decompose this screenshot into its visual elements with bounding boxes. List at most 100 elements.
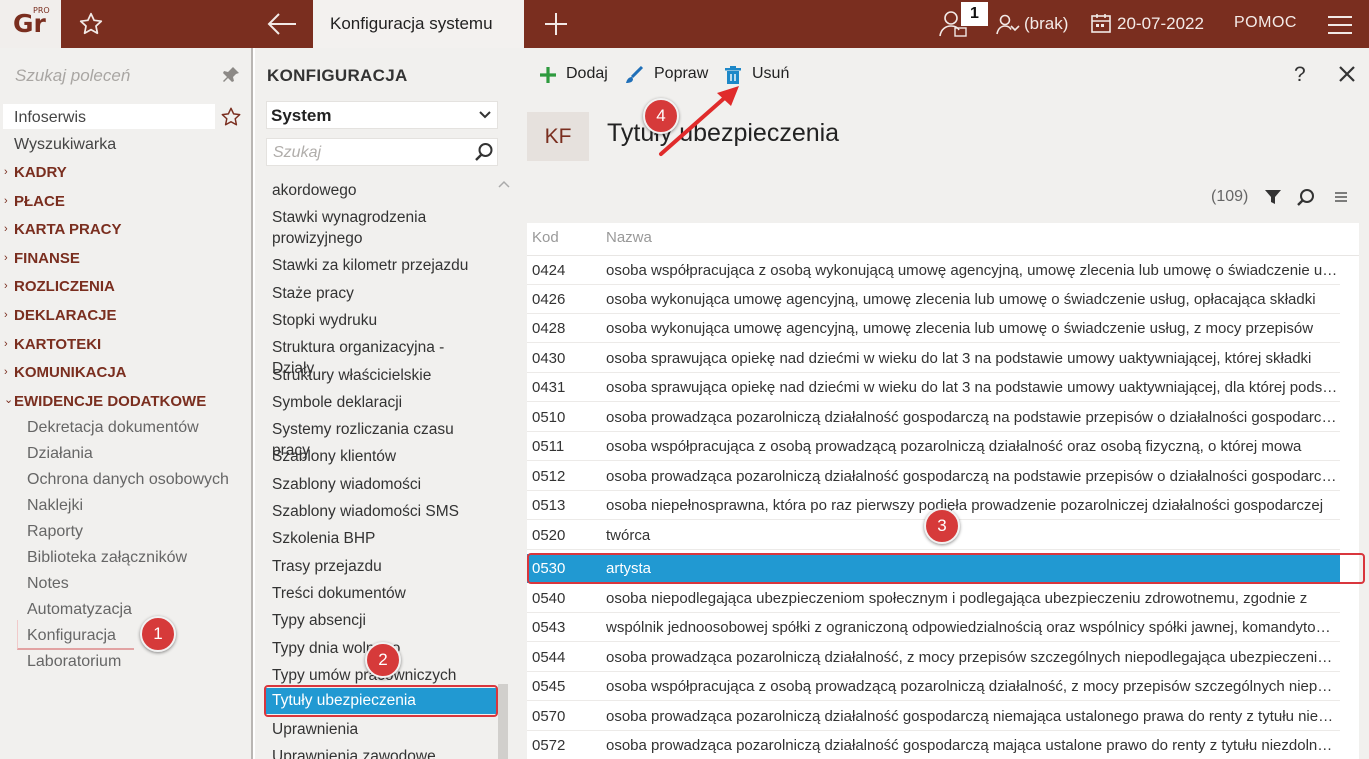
cell-kod: 0428 [532,320,566,337]
column-header-nazwa[interactable]: Nazwa [606,229,652,246]
search-icon[interactable] [474,142,494,162]
section-deklaracje[interactable]: DEKLARACJE [14,307,117,324]
cell-nazwa: osoba prowadząca pozarolniczą działalnoś… [606,708,1338,725]
cell-kod: 0572 [532,737,566,754]
section-komunikacja[interactable]: KOMUNIKACJA [14,364,127,381]
table-row[interactable]: 0424 osoba współpracująca z osobą wykonuj… [527,256,1340,285]
nav-naklejki[interactable]: Naklejki [27,497,83,515]
plus-icon[interactable] [538,65,558,85]
filter-icon[interactable] [1264,188,1282,206]
left-sidebar: Szukaj poleceń Infoserwis Wyszukiwarka ›… [0,48,253,759]
logo-sup: PRO [33,6,50,15]
command-search-input[interactable]: Szukaj poleceń [15,66,130,86]
chevron-right-icon: › [4,195,8,207]
list-item[interactable]: Stawki wynagrodzenia prowizyjnego [272,207,482,249]
table-row[interactable]: 0570 osoba prowadząca pozarolniczą działa… [527,702,1340,731]
brush-icon[interactable] [624,65,644,85]
add-button[interactable]: Dodaj [566,65,608,83]
section-kartoteki[interactable]: KARTOTEKI [14,336,101,353]
table-row[interactable]: 0543 wspólnik jednoosobowej spółki z ogra… [527,613,1340,642]
list-item[interactable]: Struktury właścicielskie [272,365,482,386]
operator-icon[interactable] [996,12,1020,36]
table-row[interactable]: 0430 osoba sprawująca opiekę nad dziećmi … [527,344,1340,373]
nav-dekretacja-dokumentow[interactable]: Dekretacja dokumentów [27,419,199,437]
help-link[interactable]: POMOC [1234,14,1297,32]
list-item[interactable]: Staże pracy [272,283,482,304]
nav-laboratorium[interactable]: Laboratorium [27,653,121,671]
favorite-star-icon[interactable] [220,106,242,128]
pin-icon[interactable] [222,66,240,84]
nav-automatyzacja[interactable]: Automatyzacja [27,601,132,619]
section-finanse[interactable]: FINANSE [14,250,80,267]
list-item[interactable]: Szablony klientów [272,446,482,467]
list-item[interactable]: Symbole deklaracji [272,392,482,413]
nav-notes[interactable]: Notes [27,575,69,593]
table-row[interactable]: 0510 osoba prowadząca pozarolniczą działa… [527,403,1340,432]
list-menu-icon[interactable] [1334,191,1348,203]
list-item[interactable]: Trasy przejazdu [272,556,482,577]
tab-konfiguracja-systemu[interactable]: Konfiguracja systemu [313,0,524,48]
nav-dzialania[interactable]: Działania [27,445,93,463]
delete-button[interactable]: Usuń [752,65,789,83]
list-item[interactable]: Treści dokumentów [272,583,482,604]
nav-infoserwis[interactable]: Infoserwis [14,109,86,127]
table-row[interactable]: 0431 osoba sprawująca opiekę nad dziećmi … [527,373,1340,402]
cell-kod: 0520 [532,527,566,544]
hamburger-menu-icon[interactable] [1327,15,1353,35]
section-place[interactable]: PŁACE [14,193,65,210]
table-row[interactable]: 0511 osoba współpracująca z osobą prowadz… [527,432,1340,461]
back-arrow-icon[interactable] [266,10,298,38]
list-item[interactable]: Typy absencji [272,610,482,631]
table-row[interactable]: 0428 osoba wykonująca umowę agencyjną, um… [527,314,1340,343]
config-list-scrollbar[interactable] [498,684,508,759]
cell-nazwa: osoba niepełnosprawna, która po raz pier… [606,497,1324,514]
nav-raporty[interactable]: Raporty [27,523,83,541]
list-item[interactable]: Szablony wiadomości SMS [272,501,482,522]
module-select[interactable]: System [266,101,498,129]
cell-nazwa: osoba współpracująca z osobą wykonującą … [606,262,1338,279]
table-row[interactable]: 0544 osoba prowadząca pozarolniczą działa… [527,643,1340,672]
section-rozliczenia[interactable]: ROZLICZENIA [14,278,115,295]
list-item[interactable]: Szkolenia BHP [272,528,482,549]
cell-kod: 0512 [532,468,566,485]
list-item[interactable]: Stopki wydruku [272,310,482,331]
nav-ochrona-danych[interactable]: Ochrona danych osobowych [27,471,229,489]
cell-kod: 0424 [532,262,566,279]
new-tab-plus-icon[interactable] [542,10,570,38]
calendar-icon[interactable] [1090,12,1112,34]
operator-label[interactable]: (brak) [1024,14,1068,34]
favorites-star-icon[interactable] [78,11,104,37]
section-karta-pracy[interactable]: KARTA PRACY [14,221,122,238]
config-search-input[interactable]: Szukaj [266,138,498,166]
table-row[interactable]: 0540 osoba niepodlegająca ubezpieczeniom … [527,584,1340,613]
nav-konfiguracja[interactable]: Konfiguracja [27,627,116,645]
list-item[interactable]: Szablony wiadomości [272,474,482,495]
table-row[interactable]: 0572 osoba prowadząca pozarolniczą działa… [527,731,1340,759]
list-item[interactable]: akordowego [272,180,482,201]
main-area: Dodaj Popraw Usuń ? KF Tytuły ubezpiecze… [512,48,1369,759]
cell-kod: 0426 [532,291,566,308]
section-kadry[interactable]: KADRY [14,164,67,181]
list-item[interactable]: Uprawnienia [272,719,482,740]
list-item[interactable]: Stawki za kilometr przejazdu [272,255,482,276]
date-label[interactable]: 20-07-2022 [1117,14,1204,34]
help-button[interactable]: ? [1294,63,1306,87]
section-ewidencje-dodatkowe[interactable]: EWIDENCJE DODATKOWE [14,393,206,410]
cell-nazwa: osoba sprawująca opiekę nad dziećmi w wi… [606,350,1312,367]
chevron-down-icon: ⌄ [4,394,14,406]
chevron-right-icon: › [4,366,8,378]
cell-kod: 0570 [532,708,566,725]
cell-kod: 0540 [532,590,566,607]
nav-wyszukiwarka[interactable]: Wyszukiwarka [14,136,116,154]
list-item[interactable]: Uprawnienia zawodowe [272,746,482,759]
module-badge: KF [527,112,589,161]
chevron-right-icon: › [4,280,8,292]
close-icon[interactable] [1338,65,1356,83]
nav-biblioteka-zalacznikow[interactable]: Biblioteka załączników [27,549,187,567]
table-row[interactable]: 0512 osoba prowadząca pozarolniczą działa… [527,462,1340,491]
search-icon[interactable] [1296,188,1315,207]
table-row[interactable]: 0426 osoba wykonująca umowę agencyjną, um… [527,285,1340,314]
table-row[interactable]: 0545 osoba współpracująca z osobą prowadz… [527,672,1340,701]
app-logo[interactable]: Gr PRO [0,0,61,48]
column-header-kod[interactable]: Kod [532,229,559,246]
